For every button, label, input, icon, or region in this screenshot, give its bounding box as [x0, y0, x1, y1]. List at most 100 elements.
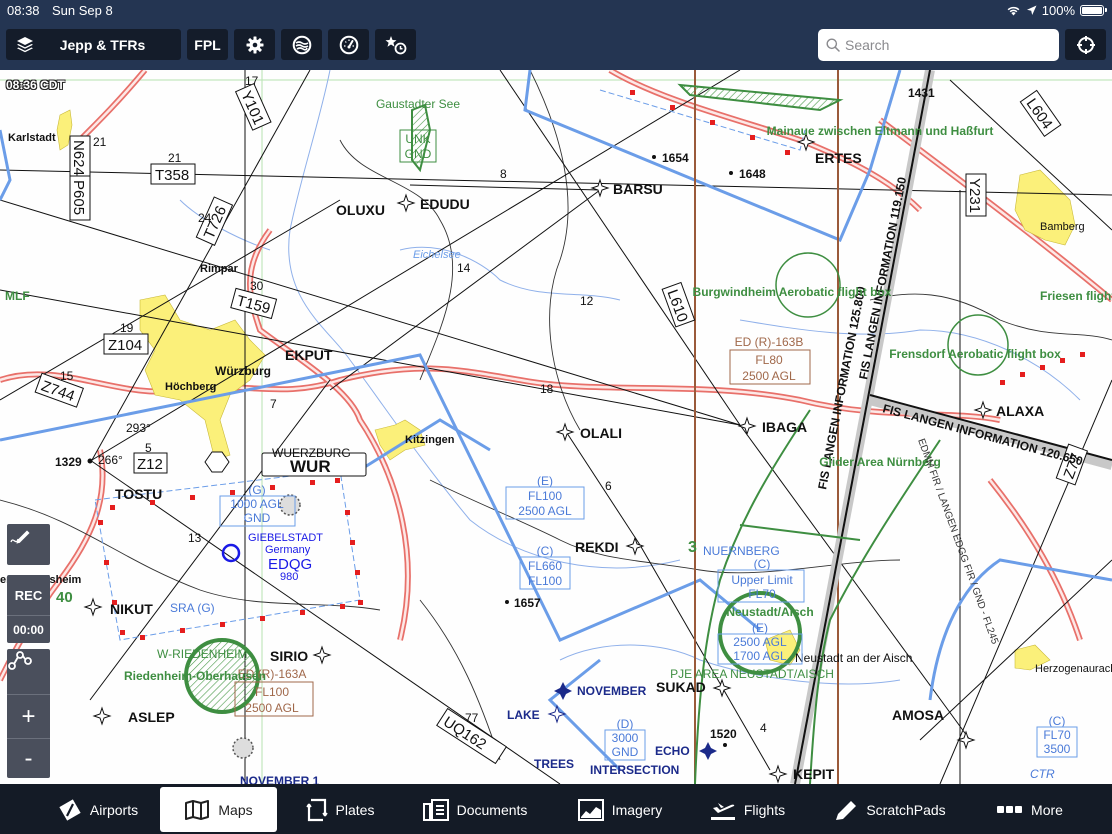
record-timer: 00:00 — [7, 615, 50, 643]
svg-text:OLUXU: OLUXU — [336, 202, 385, 218]
svg-text:1329: 1329 — [55, 455, 82, 469]
svg-text:1700 AGL: 1700 AGL — [733, 649, 787, 663]
svg-text:MLF: MLF — [5, 289, 30, 303]
airway-z104-label: Z104 — [108, 337, 142, 354]
status-time: 08:38 — [7, 3, 40, 18]
tab-flights[interactable]: Flights — [700, 787, 795, 832]
svg-text:17: 17 — [245, 74, 259, 88]
svg-text:(C): (C) — [1049, 714, 1066, 728]
settings-button[interactable] — [234, 29, 275, 60]
search-icon — [826, 38, 840, 52]
tab-more-label: More — [1031, 801, 1063, 818]
tab-scratchpads-label: ScratchPads — [866, 801, 946, 818]
tab-documents[interactable]: Documents — [415, 787, 535, 832]
svg-text:Bamberg: Bamberg — [1040, 221, 1085, 233]
search-box[interactable] — [818, 29, 1059, 61]
route-nodes-icon — [8, 651, 32, 670]
svg-text:2500 AGL: 2500 AGL — [742, 369, 796, 383]
svg-text:15: 15 — [60, 369, 74, 383]
tab-maps[interactable]: Maps — [160, 787, 277, 832]
svg-text:1657: 1657 — [514, 596, 541, 610]
svg-text:(E): (E) — [537, 474, 553, 488]
tab-documents-label: Documents — [456, 801, 528, 818]
svg-text:6: 6 — [605, 479, 612, 493]
route-button[interactable] — [7, 649, 50, 694]
svg-text:1648: 1648 — [739, 167, 766, 181]
tab-plates[interactable]: Plates — [295, 787, 385, 832]
tab-plates-label: Plates — [335, 801, 375, 818]
svg-text:1654: 1654 — [662, 151, 689, 165]
svg-text:19: 19 — [120, 321, 134, 335]
town-labels: Karlstadt Rimpar Würzburg Höchberg Kitzi… — [0, 132, 1112, 675]
svg-text:(C): (C) — [537, 544, 554, 558]
svg-text:ECHO: ECHO — [655, 744, 690, 758]
vor-wuerzburg: WUERZBURG WUR — [204, 446, 367, 477]
tab-imagery-label: Imagery — [611, 801, 663, 818]
svg-text:AMOSA: AMOSA — [892, 707, 944, 723]
svg-text:EDUDU: EDUDU — [420, 196, 470, 212]
svg-text:3: 3 — [688, 539, 697, 556]
center-location-button[interactable] — [1065, 29, 1106, 60]
svg-text:INTERSECTION: INTERSECTION — [590, 763, 679, 777]
svg-text:FL100: FL100 — [528, 574, 562, 588]
map-view[interactable]: Y101 N624 P605 T358 T726 T159 Z104 Z744 … — [0, 70, 1112, 784]
search-input[interactable] — [845, 37, 1045, 53]
tab-more[interactable]: More — [990, 787, 1070, 832]
svg-text:FL80: FL80 — [755, 353, 783, 367]
toolbar: Jepp & TFRs FPL — [0, 22, 1112, 70]
svg-text:PJE AREA NEUSTADT/AISCH: PJE AREA NEUSTADT/AISCH — [670, 667, 834, 681]
fpl-button[interactable]: FPL — [187, 29, 228, 60]
svg-text:WUR: WUR — [290, 457, 331, 476]
svg-text:21: 21 — [93, 135, 107, 149]
more-icon — [997, 805, 1023, 815]
svg-text:Upper Limit: Upper Limit — [731, 573, 793, 587]
svg-text:NOVEMBER: NOVEMBER — [577, 684, 647, 698]
zoom-out-button[interactable]: - — [7, 738, 50, 778]
svg-text:5: 5 — [145, 441, 152, 455]
svg-text:OLALI: OLALI — [580, 425, 622, 441]
svg-text:GND: GND — [405, 147, 432, 161]
svg-text:2500 AGL: 2500 AGL — [733, 635, 787, 649]
svg-text:FL70: FL70 — [748, 587, 776, 601]
tab-airports[interactable]: Airports — [48, 787, 148, 832]
svg-text:Gaustadter See: Gaustadter See — [376, 97, 460, 111]
svg-text:40: 40 — [56, 589, 73, 606]
svg-text:1520: 1520 — [710, 727, 737, 741]
svg-text:980: 980 — [280, 571, 298, 583]
imagery-icon — [577, 798, 604, 821]
draw-button[interactable] — [7, 524, 50, 565]
svg-text:GND: GND — [612, 745, 639, 759]
svg-text:2500 AGL: 2500 AGL — [518, 504, 572, 518]
svg-text:1000 AGL: 1000 AGL — [230, 497, 284, 511]
svg-text:UNK: UNK — [405, 132, 430, 146]
airway-t358-label: T358 — [155, 167, 189, 184]
layers-button[interactable]: Jepp & TFRs — [6, 29, 181, 60]
tab-maps-label: Maps — [218, 801, 253, 818]
airway-y231-label: Y231 — [966, 178, 983, 213]
crosshair-icon — [1076, 35, 1095, 54]
svg-text:W-RIEDENHEIM: W-RIEDENHEIM — [157, 647, 247, 661]
favorites-recents-button[interactable] — [375, 29, 416, 60]
svg-text:Höchberg: Höchberg — [165, 381, 216, 393]
svg-text:GND: GND — [244, 511, 271, 525]
svg-text:77: 77 — [465, 711, 479, 725]
svg-text:KEPIT: KEPIT — [793, 766, 835, 782]
airport-giebelstadt: GIEBELSTADT Germany EDQG 980 — [221, 532, 323, 583]
svg-text:14: 14 — [457, 261, 471, 275]
svg-text:24: 24 — [198, 211, 212, 225]
weather-button[interactable] — [281, 29, 322, 60]
svg-text:Rimpar: Rimpar — [200, 263, 239, 275]
gear-icon — [246, 36, 263, 53]
svg-text:LAKE: LAKE — [507, 708, 540, 722]
instruments-button[interactable] — [328, 29, 369, 60]
record-button[interactable]: REC — [7, 575, 50, 615]
zoom-in-button[interactable]: + — [7, 694, 50, 738]
aeronautical-chart[interactable]: Y101 N624 P605 T358 T726 T159 Z104 Z744 … — [0, 70, 1112, 784]
svg-text:Neustadt/Aisch: Neustadt/Aisch — [726, 605, 813, 619]
svg-text:(E): (E) — [752, 621, 768, 635]
tab-scratchpads[interactable]: ScratchPads — [830, 787, 950, 832]
tab-imagery[interactable]: Imagery — [570, 787, 670, 832]
svg-text:3000: 3000 — [612, 731, 639, 745]
weather-icon — [292, 35, 311, 54]
svg-text:(D): (D) — [617, 717, 634, 731]
